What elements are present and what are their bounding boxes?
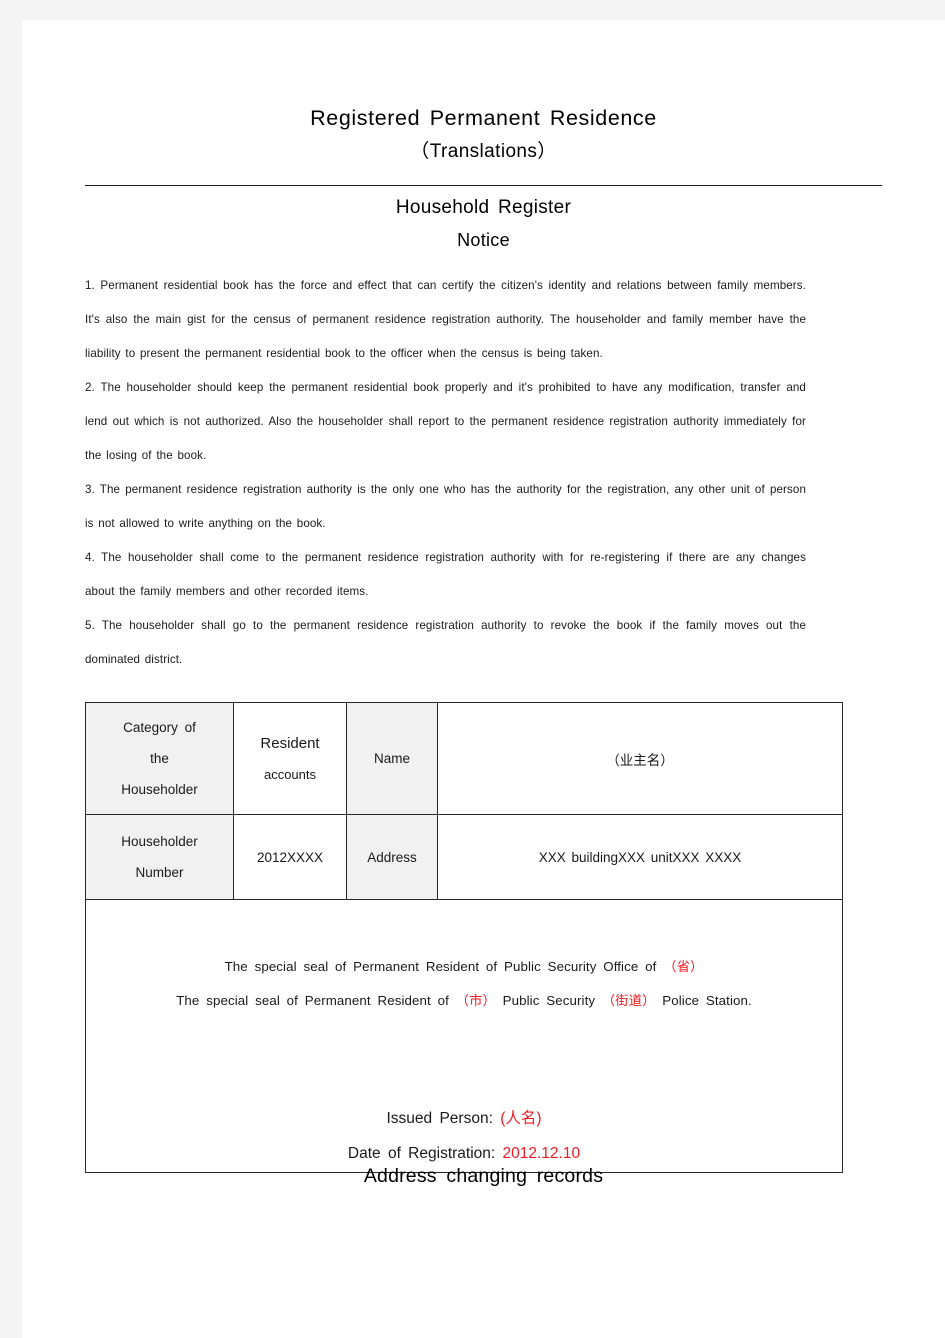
notice-item-4: 4. The householder shall come to the per…	[85, 550, 806, 598]
issued-person-value: (人名)	[500, 1109, 542, 1127]
cell-name-value: （业主名）	[437, 702, 843, 815]
issued-person-label: Issued Person:	[386, 1109, 501, 1127]
notice-item-3: 3. The permanent residence registration …	[85, 482, 806, 530]
seal-line-2-city: （市）	[455, 992, 496, 1008]
cell-address-label: Address	[346, 814, 438, 900]
issued-person-row: Issued Person: (人名)	[86, 1101, 842, 1136]
seal-line-2-mid: Public Security	[495, 992, 602, 1008]
seal-line-2-street: （街道）	[601, 992, 656, 1008]
seal-line-1-province: （省）	[663, 958, 704, 974]
cell-seal-block: The special seal of Permanent Resident o…	[85, 899, 843, 1173]
footer-title: Address changing records	[363, 1165, 604, 1187]
householder-number-label-line-1: Householder	[121, 834, 198, 849]
cell-householder-number-value: 2012XXXX	[233, 814, 347, 900]
document-content: Registered Permanent Residence （Translat…	[22, 20, 945, 1338]
cell-address-value: XXX buildingXXX unitXXX XXXX	[437, 814, 843, 900]
householder-number-label-line-2: Number	[135, 865, 184, 880]
notice-item-2: 2. The householder should keep the perma…	[85, 380, 806, 462]
household-register-table: Category of the Householder Resident acc…	[85, 702, 843, 1173]
table-row: Category of the Householder Resident acc…	[85, 702, 843, 815]
cell-name-label: Name	[346, 702, 438, 815]
notice-item-5: 5. The householder shall go to the perma…	[85, 618, 806, 666]
registration-date-value: 2012.12.10	[502, 1144, 581, 1162]
section-subtitle: Notice	[457, 229, 510, 250]
seal-line-2: The special seal of Permanent Resident o…	[86, 984, 842, 1018]
category-label-line-1: Category of	[123, 720, 196, 735]
cell-category-label: Category of the Householder	[85, 702, 234, 815]
seal-line-1-text: The special seal of Permanent Resident o…	[224, 958, 664, 974]
seal-line-1: The special seal of Permanent Resident o…	[86, 950, 842, 984]
registration-date-label: Date of Registration:	[347, 1144, 503, 1162]
table-row: The special seal of Permanent Resident o…	[85, 899, 843, 1173]
section-title: Household Register	[395, 196, 572, 218]
notice-item-1: 1. Permanent residential book has the fo…	[85, 278, 806, 360]
notice-list: 1. Permanent residential book has the fo…	[22, 251, 814, 677]
title-divider	[85, 185, 882, 186]
document-page: Registered Permanent Residence （Translat…	[22, 20, 945, 1338]
page-title: Registered Permanent Residence	[310, 106, 657, 130]
page-subtitle: （Translations）	[410, 141, 557, 163]
seal-line-2-text: The special seal of Permanent Resident o…	[176, 992, 456, 1008]
table-row: Householder Number 2012XXXX Address XXX …	[85, 814, 843, 900]
issuance-group: Issued Person: (人名) Date of Registration…	[86, 1018, 842, 1171]
category-value-line-2: accounts	[263, 766, 317, 782]
category-label-line-3: Householder	[121, 782, 198, 797]
seal-text-group: The special seal of Permanent Resident o…	[86, 902, 842, 1018]
cell-category-value: Resident accounts	[233, 702, 347, 815]
seal-line-2-post: Police Station.	[655, 992, 752, 1008]
category-value-line-1: Resident	[260, 734, 320, 752]
category-label-line-2: the	[150, 751, 169, 766]
cell-householder-number-label: Householder Number	[85, 814, 234, 900]
